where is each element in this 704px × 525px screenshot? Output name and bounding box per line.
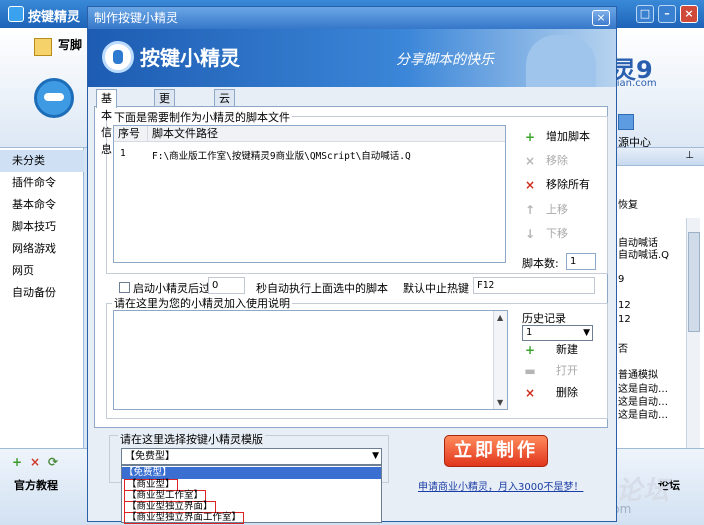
autostart-checkbox[interactable] [119,282,130,293]
history-select[interactable]: 1 ▼ [522,325,593,341]
make-sprite-dialog: 制作按键小精灵 × 按键小精灵 分享脚本的快乐 基本信息 更多设置 云加密 下面… [87,6,617,524]
brand-logo-url: jian.com [614,78,657,89]
sprite-logo-icon [102,41,134,73]
autostart-suffix-label: 秒自动执行上面选中的脚本 [256,282,388,295]
prop-line: 9 [618,274,625,285]
plus-icon: + [524,130,536,144]
dialog-title: 制作按键小精灵 [94,11,179,25]
x-icon: × [524,386,536,400]
prop-line: 12 [618,300,631,311]
usage-scrollbar[interactable]: ▲ ▼ [493,311,507,409]
chevron-down-icon: ▼ [583,328,590,338]
main-title: 按键精灵 [28,10,81,25]
scroll-thumb[interactable] [688,232,700,332]
sidebar-item-plugin-commands[interactable]: 插件命令 [0,172,84,194]
column-header-no[interactable]: 序号 [114,126,148,142]
template-select[interactable]: 【免费型】 ▼ [121,448,382,465]
robot-logo-icon [34,78,74,118]
tab-cloud-encrypt[interactable]: 云加密 [214,89,235,139]
scroll-up-icon[interactable]: ▲ [497,313,503,322]
pin-icon[interactable]: ⊥ [685,150,694,161]
refresh-icon[interactable]: ⟳ [48,455,58,469]
sidebar-item-uncategorized[interactable]: 未分类 [0,150,84,172]
sidebar-item-auto-backup[interactable]: 自动备份 [0,282,84,304]
resource-center-icon[interactable] [618,114,634,130]
delete-icon[interactable]: × [30,455,40,469]
properties-header: ⊥ [616,148,704,166]
dialog-close-icon[interactable]: × [592,10,610,26]
minimize-icon[interactable]: – [658,5,676,23]
script-count-label: 脚本数: [522,257,559,270]
autostart-seconds-input[interactable]: 0 [208,277,245,294]
main-sidebar: 未分类 插件命令 基本命令 脚本技巧 网络游戏 网页 自动备份 [0,148,84,448]
official-tutorial-link[interactable]: 官方教程 [14,477,58,493]
sidebar-item-basic-commands[interactable]: 基本命令 [0,194,84,216]
arrow-up-icon: ↑ [524,203,536,217]
stop-hotkey-label: 默认中止热键 [403,282,469,295]
cell-no: 1 [120,148,126,159]
dialog-banner: 按键小精灵 分享脚本的快乐 [88,29,616,87]
template-option[interactable]: 【免费型】 [122,467,381,479]
usage-textarea[interactable]: ▲ ▼ [113,310,508,410]
dialog-titlebar: 制作按键小精灵 × [88,7,616,29]
banner-person-image [526,35,596,87]
write-button[interactable]: 写脚 [34,36,82,53]
prop-line: 自动喊话.Q [618,250,670,261]
plus-icon: + [524,343,536,357]
sidebar-item-script-tips[interactable]: 脚本技巧 [0,216,84,238]
prop-line: 这是自动… [618,410,668,421]
scripts-group-label: 下面是需要制作为小精灵的脚本文件 [112,109,292,125]
x-icon: × [524,154,536,168]
banner-slogan: 分享脚本的快乐 [396,52,494,68]
prop-line: 否 [618,344,628,355]
prop-line: 恢复 [618,200,638,211]
tab-more-settings[interactable]: 更多设置 [154,89,175,156]
sidebar-item-web[interactable]: 网页 [0,260,84,282]
apply-commercial-link[interactable]: 申请商业小精灵，月入3000不是梦！ [418,478,583,493]
properties-scrollbar[interactable] [686,218,700,448]
scroll-down-icon[interactable]: ▼ [497,398,503,407]
template-dropdown-list[interactable]: 【免费型】 【商业型】 【商业型工作室】 【商业型独立界面】 【商业型独立界面工… [121,465,382,524]
make-now-button[interactable]: 立即制作 [444,435,548,467]
banner-title: 按键小精灵 [140,46,240,70]
main-close-icon[interactable]: × [680,5,698,23]
sidebar-item-online-games[interactable]: 网络游戏 [0,238,84,260]
template-option[interactable]: 【商业型独立界面工作室】 [122,512,381,524]
history-label: 历史记录 [522,312,566,325]
stop-hotkey-input[interactable]: F12 [473,277,595,294]
prop-line: 12 [618,314,631,325]
script-count-field[interactable]: 1 [566,253,596,270]
x-all-icon: × [524,178,536,192]
add-icon[interactable]: + [12,455,22,469]
chevron-down-icon: ▼ [372,451,379,461]
maximize-icon[interactable]: □ [636,5,654,23]
app-icon [8,6,24,22]
usage-group-label: 请在这里为您的小精灵加入使用说明 [112,295,292,311]
script-file-table[interactable]: 序号 脚本文件路径 1 F:\商业版工作室\按键精灵9商业版\QMScript\… [113,125,506,263]
autostart-label: 启动小精灵后过 [133,282,210,295]
tab-basic-info[interactable]: 基本信息 [96,89,117,156]
arrow-down-icon: ↓ [524,227,536,241]
template-label: 请在这里选择按键小精灵模版 [118,431,265,447]
properties-panel: ⊥ 恢复 自动喊话 自动喊话.Q 9 12 12 否 普通模拟 这是自动… 这是… [616,148,704,448]
folder-icon: ▬ [524,364,536,378]
column-header-path[interactable]: 脚本文件路径 [148,126,505,142]
prop-line: 普通模拟 [618,370,658,381]
cell-path: F:\商业版工作室\按键精灵9商业版\QMScript\自动喊话.Q [152,151,411,162]
